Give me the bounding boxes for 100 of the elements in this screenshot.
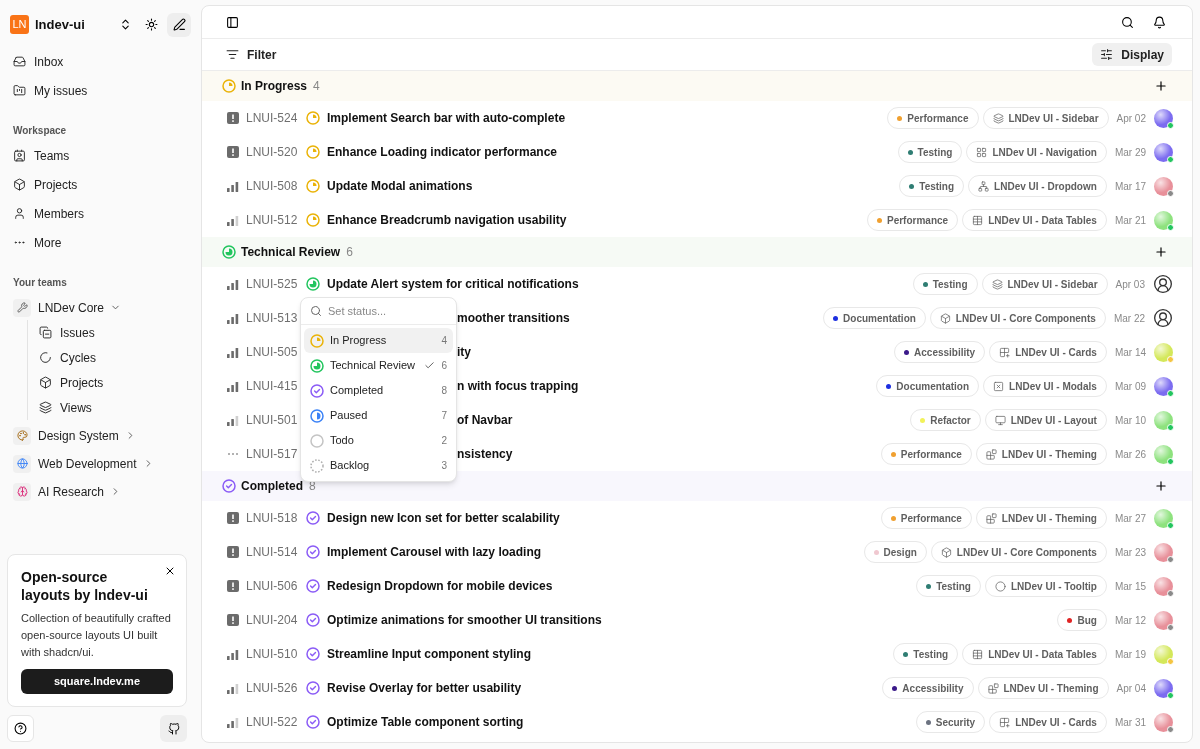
issue-title: Implement Carousel with lazy loading (327, 544, 542, 561)
status-circle-icon (306, 213, 320, 227)
nav-icon (13, 149, 26, 162)
close-icon[interactable] (164, 565, 176, 577)
user-avatar[interactable] (1154, 712, 1173, 732)
team-icon (16, 430, 28, 441)
user-avatar[interactable] (1154, 678, 1173, 698)
team-nav-item[interactable]: Issues (37, 320, 191, 345)
issue-id: LNUI-415 (246, 378, 299, 395)
project-icon (993, 380, 1005, 392)
group-title: Completed (241, 478, 303, 495)
pen-icon (172, 18, 186, 31)
check-circle-icon (306, 579, 320, 593)
user-avatar[interactable] (1154, 376, 1173, 396)
status-option[interactable]: Todo 2 (304, 428, 453, 453)
issue-date: Mar 15 (1114, 579, 1146, 594)
unassigned-user-icon[interactable] (1153, 274, 1173, 294)
user-avatar[interactable] (1154, 542, 1173, 562)
issue-date: Apr 03 (1115, 277, 1145, 292)
check-circle-icon (306, 715, 320, 729)
chevrons-icon[interactable] (119, 18, 132, 31)
github-icon (167, 722, 180, 735)
group-header[interactable]: In Progress 4 (202, 71, 1192, 101)
issue-title: Enhance Breadcrumb navigation usability (327, 212, 567, 229)
github-button[interactable] (160, 715, 187, 742)
team-name: LNDev Core (38, 299, 105, 317)
issue-date: Apr 02 (1116, 111, 1146, 126)
issue-title: Optimize animations for smoother UI transitions (327, 612, 602, 629)
issue-title: moother transitions (457, 310, 570, 327)
check-circle-icon (306, 613, 320, 627)
team-name: Design System (38, 427, 119, 445)
sidebar-item[interactable]: Teams (10, 143, 191, 168)
issue-title: Design new Icon set for better scalability (327, 510, 560, 527)
user-avatar[interactable] (1154, 176, 1173, 196)
issue-title: ity (457, 344, 471, 361)
project-icon (940, 546, 952, 558)
issue-date: Mar 12 (1114, 613, 1146, 628)
notifications-icon[interactable] (1153, 15, 1166, 29)
add-icon[interactable] (1154, 79, 1168, 93)
issue-title: Optimize Table component sorting (327, 714, 524, 731)
team-nav-item[interactable]: Views (37, 395, 191, 420)
workspace-name[interactable]: lndev-ui (35, 14, 85, 35)
issue-title: of Navbar (457, 412, 513, 429)
sidebar-toggle-icon[interactable] (226, 15, 239, 29)
user-avatar[interactable] (1154, 210, 1173, 230)
nav-icon (39, 326, 52, 339)
project-icon (992, 112, 1004, 124)
unassigned-user-icon[interactable] (1153, 308, 1173, 328)
group-header[interactable]: Technical Review 6 (202, 237, 1192, 267)
project-icon (985, 448, 997, 460)
team-item[interactable]: Web Development (10, 451, 191, 476)
sidebar-item[interactable]: Projects (10, 172, 191, 197)
filter-button[interactable]: Filter (226, 45, 277, 64)
project-icon (994, 414, 1006, 426)
promo-link-button[interactable]: square.lndev.me (21, 669, 173, 694)
help-button[interactable] (7, 715, 34, 742)
status-option[interactable]: In Progress 4 (304, 328, 453, 353)
user-avatar[interactable] (1154, 576, 1173, 596)
theme-toggle-icon[interactable] (145, 18, 158, 31)
group-title: Technical Review (241, 244, 341, 261)
project-icon (978, 180, 990, 192)
status-option[interactable]: Completed 8 (304, 378, 453, 403)
promo-text: Collection of beautifully crafted open-source layouts UI built with shadcn/ui. (21, 611, 172, 660)
issue-date: Mar 26 (1114, 447, 1146, 462)
group-count: 6 (346, 244, 353, 261)
add-icon[interactable] (1154, 479, 1168, 493)
team-nav-item[interactable]: Projects (37, 370, 191, 395)
issue-date: Mar 14 (1114, 345, 1146, 360)
status-option[interactable]: Paused 7 (304, 403, 453, 428)
option-count: 3 (441, 459, 447, 473)
issue-date: Mar 09 (1114, 379, 1146, 394)
team-name: AI Research (38, 483, 105, 501)
user-avatar[interactable] (1154, 444, 1173, 464)
group-title: In Progress (241, 78, 308, 95)
team-item[interactable]: Design System (10, 423, 191, 448)
sidebar-item[interactable]: My issues (10, 78, 191, 103)
display-button[interactable]: Display (1092, 43, 1172, 66)
issue-date: Mar 17 (1114, 179, 1146, 194)
team-nav-item[interactable]: Cycles (37, 345, 191, 370)
user-avatar[interactable] (1154, 142, 1173, 162)
project-icon (987, 682, 999, 694)
sidebar-item[interactable]: Inbox (10, 49, 191, 74)
user-avatar[interactable] (1154, 508, 1173, 528)
option-count: 6 (441, 359, 447, 373)
team-item[interactable]: LNDev Core (10, 295, 191, 320)
user-avatar[interactable] (1154, 610, 1173, 630)
nav-icon (13, 178, 26, 191)
search-icon[interactable] (1121, 15, 1134, 29)
sidebar-item[interactable]: More (10, 230, 191, 255)
status-option[interactable]: Technical Review 6 (304, 353, 453, 378)
sidebar-item[interactable]: Members (10, 201, 191, 226)
issue-id: LNUI-514 (246, 544, 299, 561)
user-avatar[interactable] (1154, 108, 1173, 128)
new-issue-button[interactable] (167, 12, 191, 37)
user-avatar[interactable] (1154, 410, 1173, 430)
team-item[interactable]: AI Research (10, 479, 191, 504)
issue-title: n with focus trapping (457, 378, 579, 395)
add-icon[interactable] (1154, 245, 1168, 259)
status-search-field[interactable]: Set status... (328, 302, 438, 320)
check-circle-icon (306, 681, 320, 695)
